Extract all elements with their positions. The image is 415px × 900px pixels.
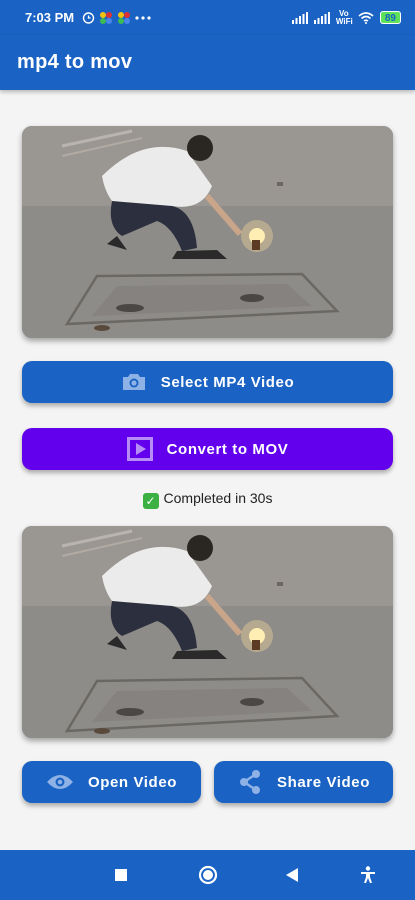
status-bar: 7:03 PM Vo WiFi 89 — [0, 0, 415, 35]
eye-icon — [46, 773, 74, 791]
app-title: mp4 to mov — [17, 51, 133, 73]
status-time: 7:03 PM — [25, 10, 75, 25]
video-frame — [22, 126, 393, 338]
open-video-label: Open Video — [87, 773, 178, 791]
triangle-back-icon — [286, 868, 298, 882]
video-frame — [22, 526, 393, 738]
notification-icons — [82, 11, 151, 25]
check-icon: ✓ — [142, 493, 159, 509]
select-video-button[interactable]: Select MP4 Video — [22, 361, 393, 403]
recents-button[interactable] — [105, 850, 137, 900]
battery-indicator: 89 — [379, 11, 401, 24]
more-notifications-icon — [135, 15, 151, 20]
app-icon — [100, 11, 113, 24]
home-button[interactable] — [192, 850, 224, 900]
converted-video-preview[interactable] — [22, 526, 393, 738]
signal-icon — [291, 11, 308, 24]
circle-icon — [198, 865, 218, 885]
share-video-label: Share Video — [276, 773, 371, 791]
share-video-button[interactable]: Share Video — [214, 761, 393, 803]
app-icon — [118, 11, 131, 24]
system-nav-bar — [0, 850, 415, 900]
signal-icon — [313, 11, 330, 24]
select-video-label: Select MP4 Video — [160, 373, 295, 391]
app-bar: mp4 to mov — [0, 35, 415, 90]
status-label: Completed in 30s — [163, 490, 273, 506]
accessibility-icon — [361, 866, 375, 883]
system-icons: Vo WiFi 89 — [291, 8, 401, 26]
play-box-icon — [126, 437, 153, 461]
alarm-icon — [82, 12, 95, 24]
camera-icon — [121, 372, 147, 392]
share-icon — [237, 769, 263, 795]
accessibility-button[interactable] — [352, 850, 384, 900]
convert-label: Convert to MOV — [166, 440, 289, 458]
square-icon — [115, 869, 127, 881]
network-label: Vo WiFi — [335, 8, 353, 26]
open-video-button[interactable]: Open Video — [22, 761, 201, 803]
convert-button[interactable]: Convert to MOV — [22, 428, 393, 470]
conversion-status: ✓ Completed in 30s — [0, 490, 415, 509]
wifi-icon — [358, 11, 374, 24]
source-video-preview[interactable] — [22, 126, 393, 338]
back-button[interactable] — [276, 850, 308, 900]
